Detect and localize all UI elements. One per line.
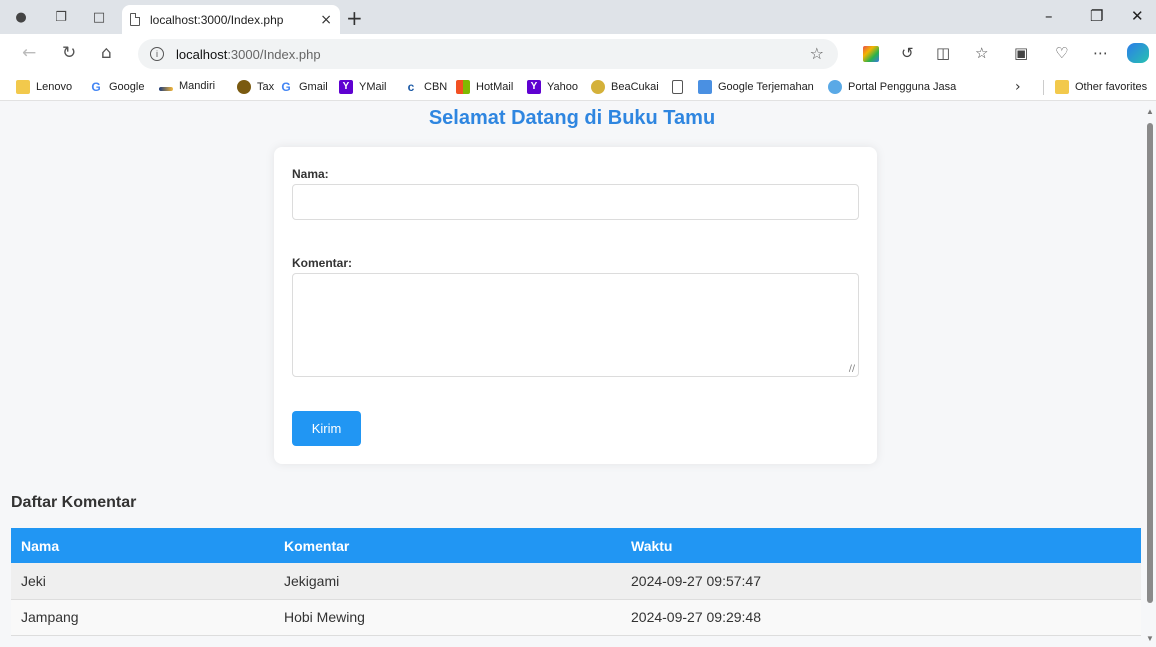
- google-icon: G: [91, 80, 101, 94]
- favorite-item-portal[interactable]: Portal Pengguna Jasa: [828, 80, 956, 94]
- cell-nama: Jeki: [11, 563, 274, 600]
- table-header-row: Nama Komentar Waktu: [11, 528, 1141, 563]
- favorite-item-yahoo[interactable]: Y Yahoo: [527, 80, 578, 94]
- beacukai-icon: [591, 80, 605, 94]
- column-header-waktu: Waktu: [621, 528, 1141, 563]
- favorites-icon[interactable]: ☆: [975, 44, 988, 62]
- scrollbar-thumb[interactable]: [1147, 123, 1153, 603]
- favorites-divider: [1043, 80, 1044, 95]
- cell-waktu: 2024-09-27 09:29:48: [621, 599, 1141, 636]
- close-window-icon[interactable]: ✕: [1131, 7, 1144, 25]
- name-input[interactable]: [292, 184, 859, 220]
- address-bar[interactable]: i localhost:3000/Index.php ☆: [138, 39, 838, 69]
- scroll-up-icon[interactable]: ▲: [1146, 107, 1154, 116]
- comment-label: Komentar:: [292, 256, 353, 270]
- vertical-scrollbar[interactable]: ▲ ▼: [1144, 101, 1156, 647]
- workspaces-icon[interactable]: ❐: [52, 8, 70, 26]
- guestbook-form: Nama: Komentar: ∕∕ Kirim: [274, 147, 877, 464]
- comment-textarea[interactable]: ∕∕: [292, 273, 859, 377]
- submit-button[interactable]: Kirim: [292, 411, 361, 446]
- url-path: :3000/Index.php: [227, 46, 321, 62]
- tab-actions-icon[interactable]: □: [90, 8, 108, 26]
- favorite-item-google-terjemahan[interactable]: Google Terjemahan: [698, 80, 814, 94]
- page-icon: [130, 13, 140, 26]
- site-info-icon[interactable]: i: [150, 47, 164, 61]
- tab-strip: ● ❐ □ localhost:3000/Index.php × + – ❐ ✕: [0, 0, 1156, 34]
- performance-icon[interactable]: ♡: [1055, 44, 1068, 62]
- mandiri-icon: [159, 86, 173, 91]
- tab-title: localhost:3000/Index.php: [150, 12, 284, 27]
- page-icon: [672, 80, 683, 94]
- favorites-bar: Lenovo G Google Mandiri Tax G Gmail Y YMail…: [0, 74, 1156, 101]
- favorite-star-icon[interactable]: ☆: [810, 44, 824, 63]
- favorite-item-other[interactable]: Other favorites: [1055, 80, 1147, 94]
- scroll-down-icon[interactable]: ▼: [1146, 634, 1154, 643]
- cbn-icon: c: [407, 80, 415, 94]
- favorite-item-gmail[interactable]: G Gmail: [279, 80, 327, 94]
- close-tab-icon[interactable]: ×: [320, 12, 332, 28]
- yahoo-icon: Y: [339, 80, 353, 94]
- browser-tab[interactable]: localhost:3000/Index.php ×: [122, 5, 340, 34]
- column-header-komentar: Komentar: [274, 528, 621, 563]
- comment-table: Nama Komentar Waktu Jeki Jekigami 2024-0…: [11, 528, 1141, 636]
- more-options-icon[interactable]: ⋯: [1093, 44, 1108, 62]
- chevron-right-icon[interactable]: ›: [1015, 79, 1021, 95]
- yahoo-icon: Y: [527, 80, 541, 94]
- minimize-icon[interactable]: –: [1045, 7, 1053, 25]
- column-header-nama: Nama: [11, 528, 274, 563]
- refresh-icon[interactable]: ↻: [62, 43, 76, 63]
- page-content: Selamat Datang di Buku Tamu Nama: Koment…: [0, 101, 1144, 647]
- profile-icon[interactable]: ●: [12, 8, 30, 26]
- cell-waktu: 2024-09-27 09:57:47: [621, 563, 1141, 600]
- translate-icon: [698, 80, 712, 94]
- url-host: localhost: [176, 46, 228, 62]
- collections-icon[interactable]: ▣: [1014, 44, 1028, 62]
- table-row: Jeki Jekigami 2024-09-27 09:57:47: [11, 563, 1141, 600]
- back-icon[interactable]: ←: [22, 43, 36, 63]
- microsoft-icon: [456, 80, 470, 94]
- split-screen-icon[interactable]: ◫: [936, 44, 950, 62]
- favorite-item-mandiri[interactable]: Mandiri: [159, 80, 215, 92]
- table-row: Jampang Hobi Mewing 2024-09-27 09:29:48: [11, 599, 1141, 636]
- favorite-item-lenovo[interactable]: Lenovo: [16, 80, 72, 94]
- portal-icon: [828, 80, 842, 94]
- cell-komentar: Jekigami: [274, 563, 621, 600]
- resize-grip-icon[interactable]: ∕∕: [849, 364, 855, 374]
- navigation-bar: ← ↻ ⌂ i localhost:3000/Index.php ☆ ↺ ◫ ☆…: [0, 34, 1156, 74]
- home-icon[interactable]: ⌂: [101, 43, 112, 63]
- cell-nama: Jampang: [11, 599, 274, 636]
- extension-icon[interactable]: [863, 46, 879, 62]
- cell-komentar: Hobi Mewing: [274, 599, 621, 636]
- google-icon: G: [281, 80, 291, 94]
- comment-list-title: Daftar Komentar: [11, 494, 137, 511]
- new-tab-icon[interactable]: +: [346, 6, 363, 30]
- favorite-item-ymail[interactable]: Y YMail: [339, 80, 387, 94]
- page-title: Selamat Datang di Buku Tamu: [428, 107, 716, 129]
- folder-icon: [1055, 80, 1069, 94]
- folder-icon: [16, 80, 30, 94]
- favorite-item-beacukai[interactable]: BeaCukai: [591, 80, 659, 94]
- favorite-item-tax[interactable]: Tax: [237, 80, 274, 94]
- copilot-icon[interactable]: [1127, 43, 1149, 63]
- name-label: Nama:: [292, 167, 329, 181]
- browser-essentials-icon[interactable]: ↺: [901, 44, 914, 62]
- tax-icon: [237, 80, 251, 94]
- favorite-item-cbn[interactable]: c CBN: [404, 80, 448, 94]
- favorite-item-google[interactable]: G Google: [89, 80, 144, 94]
- restore-icon[interactable]: ❐: [1090, 7, 1103, 25]
- favorite-item-hotmail[interactable]: HotMail: [456, 80, 513, 94]
- favorite-item-page[interactable]: [672, 80, 689, 94]
